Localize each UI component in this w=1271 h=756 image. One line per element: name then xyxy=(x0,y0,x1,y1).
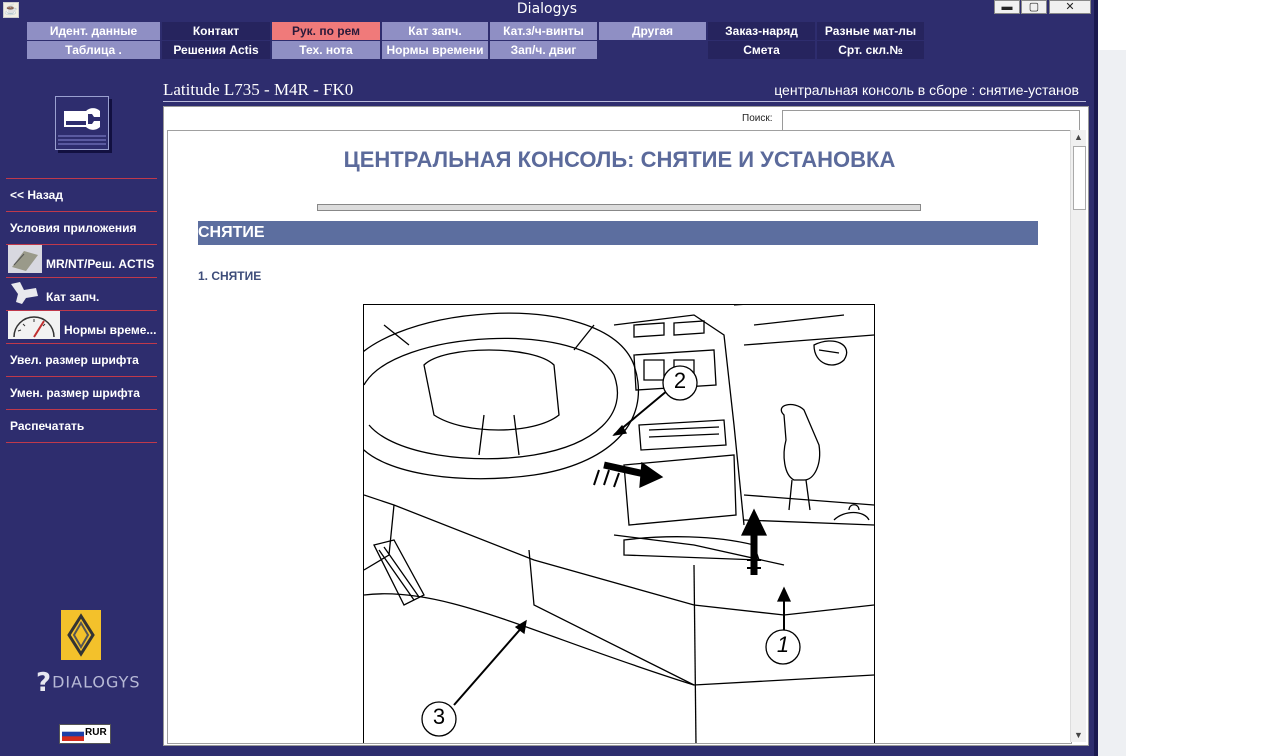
tab-tech-note[interactable]: Тех. нота xyxy=(272,41,380,59)
sidebar-item-label: Увел. размер шрифта xyxy=(10,353,139,367)
currency-selector[interactable]: RUR xyxy=(59,724,111,744)
question-icon: ? xyxy=(36,668,53,698)
renault-logo-icon xyxy=(61,610,101,660)
tab-misc-materials[interactable]: Разные мат-лы xyxy=(817,22,924,40)
currency-label: RUR xyxy=(85,727,107,738)
document-panel: Поиск: ЦЕНТРАЛЬНАЯ КОНСОЛЬ: СНЯТИЕ И УСТ… xyxy=(163,106,1089,746)
parts-icon xyxy=(8,278,42,309)
tab-parts-catalog[interactable]: Кат запч. xyxy=(382,22,488,40)
print-link[interactable]: Распечатать xyxy=(6,409,157,441)
background-panel xyxy=(1098,50,1126,756)
close-button[interactable]: ✕ xyxy=(1049,0,1091,14)
tab-table[interactable]: Таблица . xyxy=(27,41,160,59)
sidebar: << Назад Условия приложения MR/NT/Реш. A… xyxy=(0,62,160,756)
sidebar-item-label: Кат запч. xyxy=(46,290,100,305)
vehicle-model: Latitude L735 - M4R - FK0 xyxy=(163,80,354,99)
labour-times-link[interactable]: Нормы време... xyxy=(6,310,157,342)
parts-catalog-link[interactable]: Кат запч. xyxy=(6,277,157,309)
document-scrollbar[interactable]: ▲ ▼ xyxy=(1070,130,1086,742)
window-title: Dialogys xyxy=(516,1,578,17)
russia-flag-icon xyxy=(62,727,84,741)
scroll-down-icon[interactable]: ▼ xyxy=(1071,728,1086,742)
title-bar: ☕ Dialogys ▬ ▢ ✕ xyxy=(0,0,1094,19)
breadcrumb: центральная консоль в сборе : снятие-уст… xyxy=(774,82,1079,98)
scroll-up-icon[interactable]: ▲ xyxy=(1071,130,1086,144)
scroll-thumb[interactable] xyxy=(1073,146,1086,210)
decrease-font-link[interactable]: Умен. размер шрифта xyxy=(6,376,157,408)
sidebar-divider xyxy=(6,442,157,443)
wrench-logo-icon xyxy=(55,96,109,150)
application-conditions-link[interactable]: Условия приложения xyxy=(6,211,157,243)
tab-repair-manual[interactable]: Рук. по рем xyxy=(272,22,380,40)
section-header: СНЯТИЕ xyxy=(198,221,1038,245)
console-illustration: 2 1 3 xyxy=(363,304,875,743)
tab-other[interactable]: Другая xyxy=(599,22,706,40)
tab-screws-catalog[interactable]: Кат.з/ч-винты xyxy=(490,22,597,40)
search-label: Поиск: xyxy=(742,113,773,124)
tab-engine-parts[interactable]: Зап/ч. двиг xyxy=(490,41,597,59)
brand-label: DIALOGYS xyxy=(52,672,141,692)
app-window: ☕ Dialogys ▬ ▢ ✕ Идент. данные Контакт Р… xyxy=(0,0,1094,756)
sidebar-item-label: Нормы време... xyxy=(64,323,157,338)
increase-font-link[interactable]: Увел. размер шрифта xyxy=(6,343,157,375)
minimize-button[interactable]: ▬ xyxy=(994,0,1020,14)
callout-3: 3 xyxy=(432,704,446,729)
maximize-button[interactable]: ▢ xyxy=(1021,0,1047,14)
tab-stock-number[interactable]: Срт. скл.№ xyxy=(817,41,924,59)
tab-ident-data[interactable]: Идент. данные xyxy=(27,22,160,40)
tab-contact[interactable]: Контакт xyxy=(162,22,270,40)
document-view: ЦЕНТРАЛЬНАЯ КОНСОЛЬ: СНЯТИЕ И УСТАНОВКА … xyxy=(167,130,1072,744)
step-heading: 1. СНЯТИЕ xyxy=(198,269,262,283)
top-menu: Идент. данные Контакт Рук. по рем Кат за… xyxy=(0,20,1094,62)
sidebar-item-label: Умен. размер шрифта xyxy=(10,386,140,400)
sidebar-item-label: MR/NT/Реш. ACTIS xyxy=(46,257,155,272)
sidebar-item-label: Распечатать xyxy=(10,419,85,433)
manual-book-icon xyxy=(8,245,42,276)
title-rule xyxy=(317,204,921,211)
tab-actis-solutions[interactable]: Решения Actis xyxy=(162,41,270,59)
callout-1: 1 xyxy=(776,632,790,657)
page-title: ЦЕНТРАЛЬНАЯ КОНСОЛЬ: СНЯТИЕ И УСТАНОВКА xyxy=(343,147,896,172)
search-input[interactable] xyxy=(782,110,1080,131)
manual-actis-link[interactable]: MR/NT/Реш. ACTIS xyxy=(6,244,157,276)
speedometer-icon xyxy=(8,311,60,342)
back-link[interactable]: << Назад xyxy=(6,178,157,210)
sidebar-item-label: << Назад xyxy=(10,188,63,202)
callout-2: 2 xyxy=(673,368,687,393)
tab-estimate[interactable]: Смета xyxy=(708,41,815,59)
tab-labour-times[interactable]: Нормы времени xyxy=(382,41,488,59)
dialogys-logo: ?DIALOGYS xyxy=(36,668,141,698)
tab-work-order[interactable]: Заказ-наряд xyxy=(708,22,815,40)
content-header: Latitude L735 - M4R - FK0 центральная ко… xyxy=(163,79,1086,102)
sidebar-item-label: Условия приложения xyxy=(10,221,137,235)
